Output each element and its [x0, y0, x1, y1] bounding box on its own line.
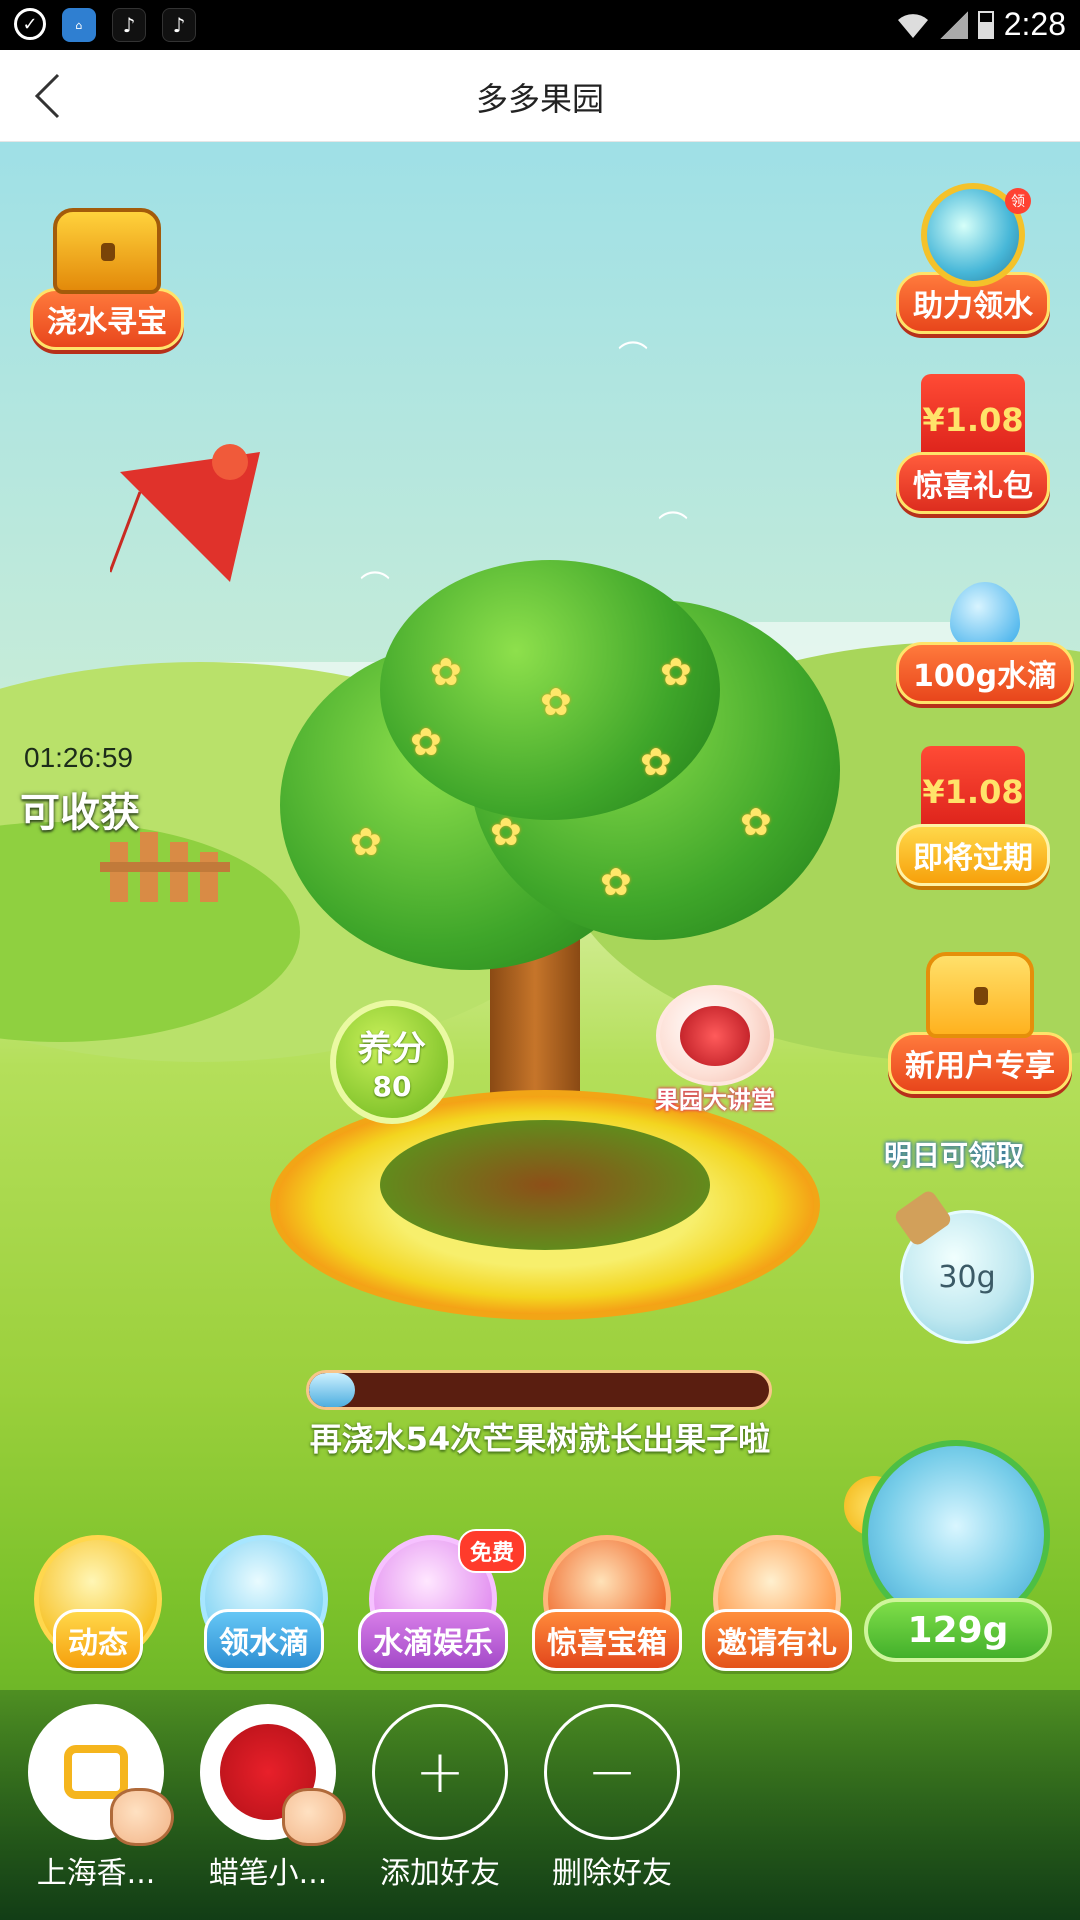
minus-icon: −	[544, 1704, 680, 1840]
wifi-icon	[896, 11, 930, 39]
avatar	[200, 1704, 346, 1846]
flower-icon: ✿	[540, 680, 572, 724]
kite-icon	[110, 444, 260, 582]
free-badge: 免费	[457, 1529, 526, 1573]
friend-name: 上海香...	[36, 1856, 156, 1891]
surprise-gift-label: 惊喜礼包	[896, 452, 1050, 514]
flower-icon: ✿	[410, 720, 442, 764]
tree-soil	[380, 1120, 710, 1250]
remove-friend-label: 删除好友	[552, 1856, 672, 1891]
orchard-lecture-button[interactable]: 果园大讲堂	[650, 985, 780, 1115]
friend-item[interactable]: 蜡笔小...	[198, 1704, 346, 1892]
nav-invite-label: 邀请有礼	[702, 1609, 852, 1671]
nav-feed[interactable]: 动态	[34, 1535, 162, 1671]
expire-amount: ¥1.08	[922, 773, 1024, 811]
jar-amount: 30g	[938, 1259, 996, 1295]
growth-progress-fill	[309, 1373, 355, 1407]
flower-icon: ✿	[430, 650, 462, 694]
brand-logo-icon	[64, 1745, 128, 1799]
tiktok-icon: ♪	[112, 8, 146, 42]
friend-name: 蜡笔小...	[208, 1856, 328, 1891]
steal-water-hand-icon	[110, 1788, 174, 1846]
gift-amount: ¥1.08	[922, 401, 1024, 439]
avatar	[28, 1704, 174, 1846]
treasure-chest-icon	[53, 208, 161, 294]
surprise-gift-button[interactable]: ¥1.08 惊喜礼包	[896, 374, 1050, 514]
harvest-label[interactable]: 可收获	[20, 780, 140, 838]
flower-icon: ✿	[740, 800, 772, 844]
nav-collect-water[interactable]: 领水滴	[200, 1535, 328, 1671]
page-title: 多多果园	[475, 80, 604, 118]
battery-icon	[977, 10, 994, 39]
water-100g-button[interactable]: 100g水滴	[896, 562, 1075, 704]
water-treasure-label: 浇水寻宝	[30, 288, 184, 350]
flower-icon: ✿	[350, 820, 382, 864]
add-friend-button[interactable]: + 添加好友	[370, 1704, 510, 1892]
water-treasure-button[interactable]: 浇水寻宝	[30, 196, 184, 350]
lecture-label: 果园大讲堂	[655, 1086, 775, 1114]
harvest-timer: 01:26:59	[24, 742, 133, 773]
nav-feed-label: 动态	[53, 1609, 143, 1671]
new-user-button[interactable]: 新用户专享	[888, 940, 1072, 1094]
nav-water-games[interactable]: 水滴娱乐 免费	[358, 1529, 526, 1671]
status-bar: ✓ ⌂ ♪ ♪ 2:28	[0, 0, 1080, 50]
new-user-label: 新用户专享	[888, 1032, 1072, 1094]
bird: ⌒	[360, 570, 390, 605]
nav-collect-water-label: 领水滴	[204, 1609, 324, 1671]
nutrient-label: 养分	[358, 1029, 426, 1069]
help-water-button[interactable]: 领 助力领水	[896, 180, 1050, 334]
bird: ⌒	[658, 510, 688, 545]
pomegranate-icon	[656, 985, 774, 1086]
flower-icon: ✿	[640, 740, 672, 784]
bird: ⌒	[618, 340, 648, 375]
friend-item[interactable]: 上海香...	[26, 1704, 174, 1892]
signal-icon	[939, 10, 968, 39]
nav-surprise-chest[interactable]: 惊喜宝箱	[532, 1535, 682, 1671]
nav-invite[interactable]: 邀请有礼	[702, 1535, 852, 1671]
app-notification-icon: ⌂	[62, 8, 96, 42]
water-100g-label: 100g水滴	[896, 642, 1075, 704]
nutrient-score[interactable]: 养分 80	[330, 1000, 454, 1124]
expiring-label: 即将过期	[896, 824, 1050, 886]
growth-progress-bar	[306, 1370, 772, 1410]
kettle-amount[interactable]: 129g	[864, 1598, 1052, 1662]
flower-icon: ✿	[600, 860, 632, 904]
app-header: 多多果园	[0, 50, 1080, 142]
claim-badge: 领	[1005, 188, 1031, 214]
tiktok-icon: ♪	[162, 8, 196, 42]
flower-icon: ✿	[660, 650, 692, 694]
remove-friend-button[interactable]: − 删除好友	[542, 1704, 682, 1892]
expiring-button[interactable]: ¥1.08 即将过期	[896, 746, 1050, 886]
add-friend-label: 添加好友	[380, 1856, 500, 1891]
steal-water-hand-icon	[282, 1788, 346, 1846]
gift-box-icon	[926, 952, 1034, 1038]
check-icon: ✓	[14, 8, 46, 40]
tomorrow-claim-label: 明日可领取	[884, 1139, 1025, 1172]
flower-icon: ✿	[490, 810, 522, 854]
plus-icon: +	[372, 1704, 508, 1840]
nav-surprise-chest-label: 惊喜宝箱	[532, 1609, 682, 1671]
status-time: 2:28	[1003, 6, 1066, 42]
nav-water-games-label: 水滴娱乐	[358, 1609, 508, 1671]
nutrient-value: 80	[372, 1070, 412, 1103]
